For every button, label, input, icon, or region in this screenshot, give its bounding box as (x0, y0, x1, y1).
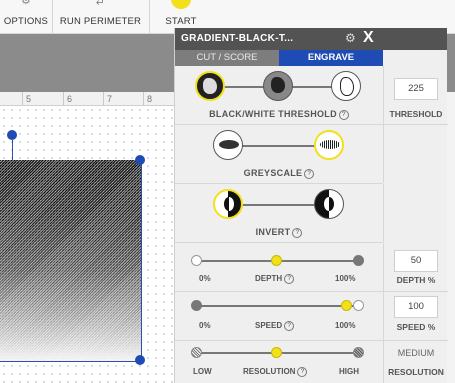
options-icon: ⚙ (20, 0, 32, 7)
speed-slider-knob[interactable] (341, 300, 352, 311)
bird-icon (203, 78, 217, 94)
speed-section: 0% SPEED? 100% (175, 292, 383, 341)
help-icon[interactable]: ? (304, 169, 315, 179)
help-icon[interactable]: ? (284, 321, 295, 331)
greyscale-section: GREYSCALE? (175, 125, 383, 184)
panel-title: GRADIENT-BLACK-T... (181, 33, 294, 44)
resolution-value: MEDIUM (397, 348, 435, 358)
depth-min-stop (191, 255, 202, 266)
depth-label: DEPTH? (255, 274, 295, 284)
panel-title-bar: GRADIENT-BLACK-T... ⚙ X (175, 28, 447, 50)
bw-threshold-section: BLACK/WHITE THRESHOLD? (175, 66, 383, 125)
contrast-icon (224, 197, 234, 211)
depth-section: 0% DEPTH? 100% (175, 243, 383, 292)
halftone-dots (0, 160, 141, 361)
depth-slider-knob[interactable] (271, 255, 282, 266)
help-icon[interactable]: ? (338, 110, 349, 120)
threshold-input[interactable]: 225 (394, 78, 438, 100)
bird-flying-halftone-icon (320, 140, 340, 149)
bw-threshold-option-mid[interactable] (263, 71, 293, 101)
speed-min-label: 0% (199, 321, 211, 330)
contrast-icon (324, 197, 334, 211)
speed-min-stop (191, 300, 202, 311)
help-icon[interactable]: ? (297, 367, 308, 377)
resolution-min-label: LOW (193, 367, 212, 376)
depth-max-stop (353, 255, 364, 266)
invert-option-normal[interactable] (213, 189, 243, 219)
resize-handle[interactable] (7, 130, 17, 140)
resolution-low-stop (191, 347, 202, 358)
resolution-label: RESOLUTION? (243, 367, 308, 377)
greyscale-side (383, 125, 448, 183)
depth-input[interactable]: 50 (394, 250, 438, 272)
help-icon[interactable]: ? (284, 274, 295, 284)
tab-cut-score[interactable]: CUT / SCORE (175, 50, 279, 66)
bw-threshold-label: BLACK/WHITE THRESHOLD? (175, 109, 383, 120)
help-icon[interactable]: ? (292, 228, 303, 238)
greyscale-option-off[interactable] (213, 130, 243, 160)
bird-icon (340, 77, 354, 96)
invert-side (383, 184, 448, 242)
start-label: START (165, 16, 197, 27)
invert-option-inverted[interactable] (314, 189, 344, 219)
resolution-max-label: HIGH (339, 367, 359, 376)
close-button[interactable]: X (363, 29, 374, 47)
gear-icon[interactable]: ⚙ (345, 31, 356, 45)
speed-input[interactable]: 100 (394, 296, 438, 318)
horizontal-ruler: 5 6 7 8 (0, 92, 175, 106)
threshold-side: 225 THRESHOLD (383, 66, 448, 125)
depth-min-label: 0% (199, 274, 211, 283)
run-perimeter-label: RUN PERIMETER (59, 16, 142, 27)
ruler-mark: 7 (107, 94, 113, 104)
invert-label: INVERT? (175, 227, 383, 238)
ruler-mark: 8 (147, 94, 153, 104)
resize-handle[interactable] (135, 155, 145, 165)
resolution-side: MEDIUM RESOLUTION (383, 341, 448, 383)
greyscale-option-on[interactable] (314, 130, 344, 160)
ruler-mark: 6 (67, 94, 73, 104)
speed-percent-label: SPEED % (396, 322, 436, 332)
resolution-slider-knob[interactable] (271, 347, 282, 358)
resolution-section: LOW RESOLUTION? HIGH (175, 341, 383, 383)
return-arrow-icon: ↵ (95, 0, 106, 9)
greyscale-label: GREYSCALE? (175, 168, 383, 179)
resolution-value-label: RESOLUTION (388, 367, 444, 377)
bird-flying-icon (219, 140, 239, 149)
speed-label: SPEED? (255, 321, 295, 331)
options-label: OPTIONS (3, 16, 49, 27)
engrave-settings-panel: GRADIENT-BLACK-T... ⚙ X CUT / SCORE ENGR… (174, 28, 448, 383)
bw-threshold-option-light[interactable] (331, 71, 361, 101)
speed-side: 100 SPEED % (383, 292, 448, 341)
resolution-high-stop (353, 347, 364, 358)
bw-threshold-option-dark[interactable] (195, 71, 225, 101)
tab-engrave[interactable]: ENGRAVE (279, 50, 383, 66)
gradient-image[interactable] (0, 160, 142, 362)
run-perimeter-button[interactable]: ↵ RUN PERIMETER (52, 0, 150, 33)
speed-max-stop (353, 300, 364, 311)
depth-side: 50 DEPTH % (383, 243, 448, 292)
invert-section: INVERT? (175, 184, 383, 243)
resize-handle[interactable] (135, 355, 145, 365)
threshold-label: THRESHOLD (389, 109, 443, 119)
mode-tabs: CUT / SCORE ENGRAVE (175, 50, 383, 66)
options-button[interactable]: ⚙ OPTIONS (0, 0, 53, 33)
speed-max-label: 100% (335, 321, 356, 330)
bird-icon (271, 77, 285, 93)
selection-edge (12, 140, 13, 161)
depth-percent-label: DEPTH % (396, 275, 436, 285)
speed-track[interactable] (197, 305, 361, 307)
depth-max-label: 100% (335, 274, 356, 283)
ruler-mark: 5 (26, 94, 32, 104)
start-icon (171, 0, 191, 9)
